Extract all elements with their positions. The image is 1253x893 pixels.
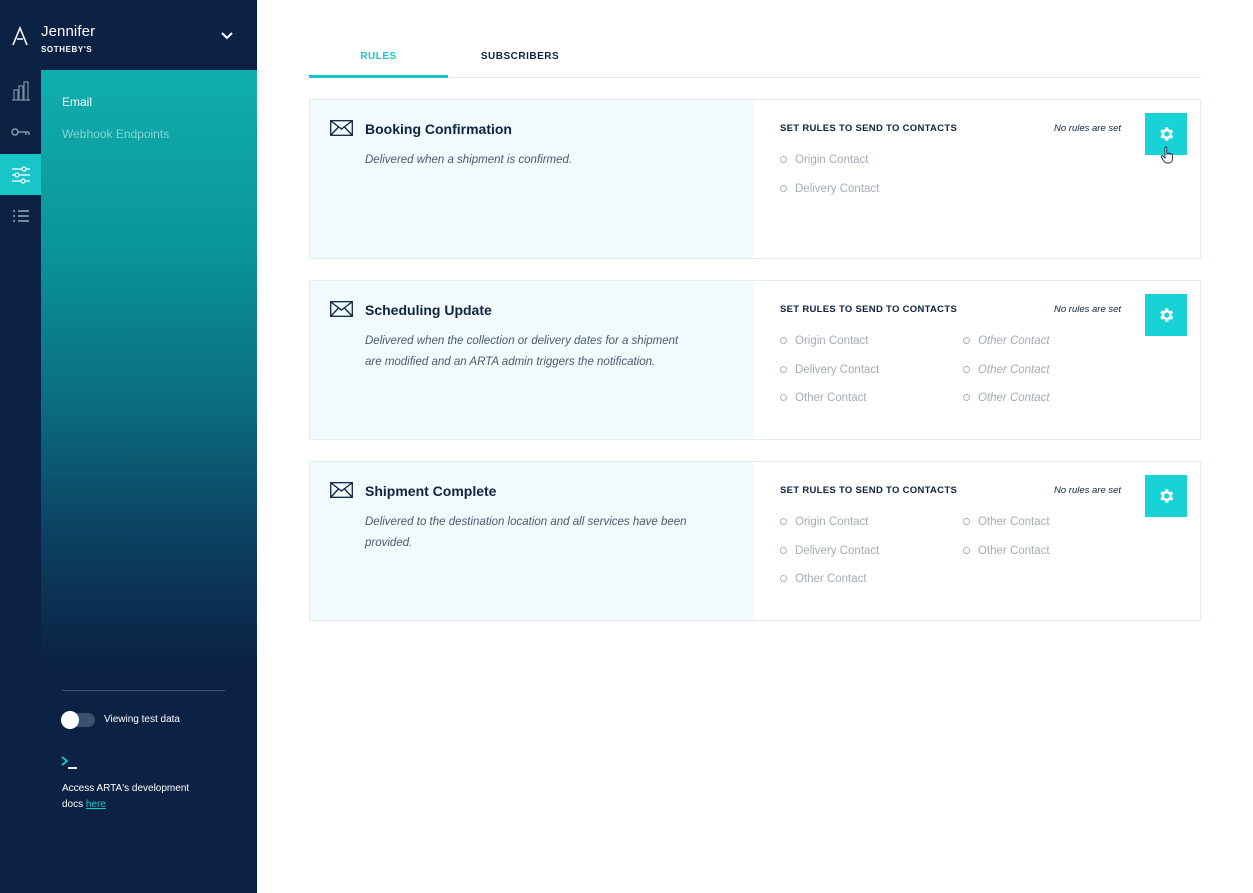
rail-item-analytics[interactable] [0, 70, 41, 111]
radio-circle-icon [963, 518, 970, 525]
radio-circle-icon [963, 337, 970, 344]
analytics-icon [11, 80, 30, 101]
test-data-toggle[interactable] [61, 711, 95, 729]
contact-label: Delivery Contact [795, 364, 880, 376]
pointer-cursor-icon [1160, 146, 1173, 164]
contact-label: Delivery Contact [795, 183, 880, 195]
contact-label: Other Contact [795, 573, 867, 585]
rail-item-keys[interactable] [0, 111, 41, 152]
radio-circle-icon [780, 575, 787, 582]
contact-label: Other Contact [978, 545, 1050, 557]
contact-label: Origin Contact [795, 154, 869, 166]
card-title: Booking Confirmation [365, 121, 512, 137]
contact-label: Other Contact [978, 364, 1050, 376]
rules-status: No rules are set [1054, 304, 1122, 315]
gear-icon [1160, 489, 1174, 503]
contact-label: Other Contact [978, 516, 1050, 528]
rules-status: No rules are set [1054, 123, 1122, 134]
contact-label: Other Contact [978, 392, 1050, 404]
gear-icon [1160, 308, 1174, 322]
card-description: Delivered when a shipment is confirmed. [365, 154, 573, 166]
test-data-label: Viewing test data [104, 714, 180, 725]
radio-circle-icon [963, 366, 970, 373]
card-description: Delivered when the collection or deliver… [365, 335, 679, 368]
rule-settings-button[interactable] [1145, 294, 1187, 336]
rule-settings-button[interactable] [1145, 475, 1187, 517]
card-info-panel: Booking Confirmation Delivered when a shi… [310, 100, 754, 258]
envelope-icon [330, 120, 353, 136]
account-name: Jennifer [41, 23, 96, 40]
card-title: Scheduling Update [365, 302, 492, 318]
rules-heading: SET RULES TO SEND TO CONTACTS [780, 485, 958, 496]
card-title: Shipment Complete [365, 483, 497, 499]
rules-heading: SET RULES TO SEND TO CONTACTS [780, 123, 958, 134]
tab-bar: RULES SUBSCRIBERS [309, 35, 1201, 78]
arta-logo-icon [12, 26, 28, 46]
rules-status: No rules are set [1054, 485, 1122, 496]
radio-circle-icon [780, 394, 787, 401]
tab-subscribers[interactable]: SUBSCRIBERS [448, 51, 592, 78]
radio-circle-icon [780, 547, 787, 554]
radio-circle-icon [780, 518, 787, 525]
card-info-panel: Scheduling Update Delivered when the coll… [310, 281, 754, 439]
rules-heading: SET RULES TO SEND TO CONTACTS [780, 304, 958, 315]
contact-label: Origin Contact [795, 516, 869, 528]
subnav-item-webhooks[interactable]: Webhook Endpoints [62, 127, 169, 141]
radio-circle-icon [780, 337, 787, 344]
contact-label: Origin Contact [795, 335, 869, 347]
radio-circle-icon [963, 394, 970, 401]
toggle-knob [61, 711, 79, 729]
radio-circle-icon [780, 156, 787, 163]
subnav-item-email[interactable]: Email [62, 95, 92, 109]
rail-item-notifications[interactable] [0, 154, 41, 195]
sidebar: Jennifer SOTHEBY'S Email Webhook Endpoin… [0, 0, 257, 893]
account-switcher[interactable]: Jennifer SOTHEBY'S [0, 0, 257, 70]
docs-link[interactable]: here [86, 799, 106, 810]
radio-circle-icon [963, 547, 970, 554]
terminal-icon [61, 756, 77, 769]
tab-rules[interactable]: RULES [309, 51, 448, 78]
settings-subnav: Email Webhook Endpoints [41, 70, 257, 664]
contact-label: Other Contact [978, 335, 1050, 347]
card-info-panel: Shipment Complete Delivered to the destin… [310, 462, 754, 620]
list-icon [12, 209, 29, 222]
sidebar-divider [62, 690, 225, 691]
radio-circle-icon [780, 366, 787, 373]
sliders-icon [11, 165, 30, 184]
card-description: Delivered to the destination location an… [365, 516, 687, 549]
notification-card: Booking Confirmation Delivered when a shi… [309, 99, 1201, 259]
docs-text: Access ARTA's development docs [62, 783, 190, 810]
key-icon [10, 127, 30, 136]
contact-label: Delivery Contact [795, 545, 880, 557]
account-org: SOTHEBY'S [41, 45, 93, 54]
notification-card: Scheduling Update Delivered when the coll… [309, 280, 1201, 440]
chevron-down-icon[interactable] [219, 30, 235, 42]
contact-label: Other Contact [795, 392, 867, 404]
rail-item-list[interactable] [0, 195, 41, 236]
radio-circle-icon [780, 185, 787, 192]
gear-icon [1160, 127, 1174, 141]
envelope-icon [330, 482, 353, 498]
notification-card: Shipment Complete Delivered to the destin… [309, 461, 1201, 621]
envelope-icon [330, 301, 353, 317]
docs-info: Access ARTA's development docs here [62, 781, 212, 813]
